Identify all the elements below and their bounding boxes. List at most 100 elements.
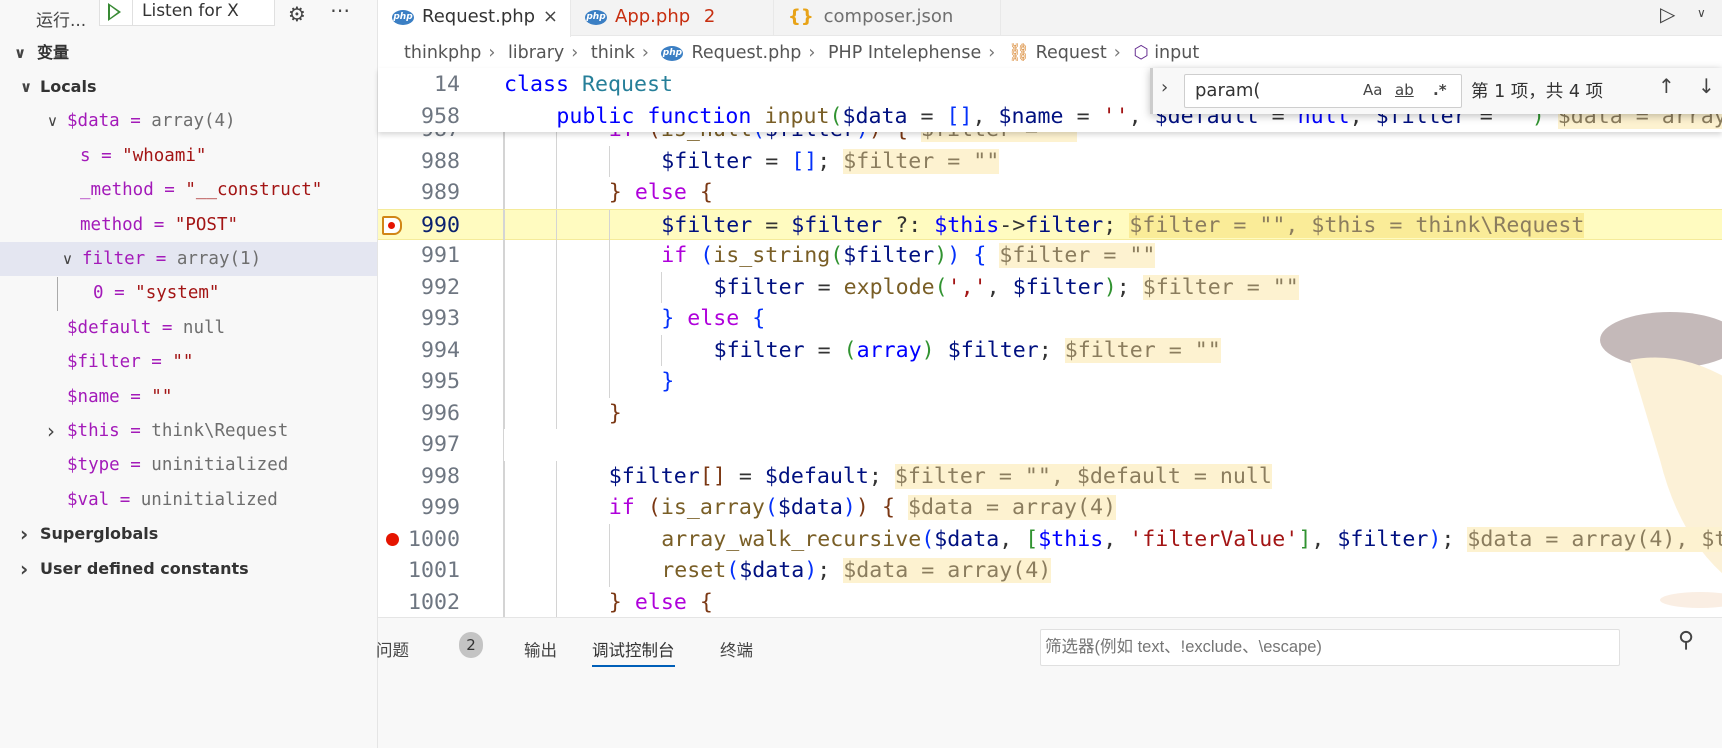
scope-row[interactable]: › User defined constants [0,552,377,586]
code-token: $filter [1337,526,1429,552]
regex-icon[interactable]: .* [1433,81,1447,99]
variable-row[interactable]: $default = null [0,311,377,345]
breadcrumb-item[interactable]: Request.php [691,43,801,63]
code-text: reset($data); $data = array(4) [661,555,1052,587]
variable-row[interactable]: _method = "__construct" [0,173,377,207]
debug-sidebar: 运行... Listen for X ⚙ ⋯ ∨ 变量 ∨ Locals ∨ $dat… [0,0,378,748]
chevron-down-icon[interactable]: ∨ [47,104,58,138]
tab-terminal[interactable]: 终端 [720,637,753,667]
breadcrumb-item[interactable]: input [1154,43,1199,63]
chevron-right-icon[interactable]: › [47,414,55,448]
inlay-hint: $filter = "" [1142,274,1299,300]
filter-input[interactable] [1040,629,1620,666]
tab-request-php[interactable]: php Request.php × [378,0,571,37]
indent-guide [608,209,610,241]
code-line: 997 [378,429,1722,461]
variable-value: uninitialized [140,489,278,510]
indent-guide [661,271,663,303]
breadcrumb-item[interactable]: library [508,43,564,63]
variable-row[interactable]: $val = uninitialized [0,483,377,517]
chevron-down-icon[interactable]: ∨ [62,242,73,276]
play-icon[interactable] [108,3,121,21]
variable-value: null [182,317,226,338]
code-token: else [634,180,687,205]
variable-row[interactable]: $filter = "" [0,345,377,379]
line-number: 14 [433,72,460,97]
problems-count-badge: 2 [459,632,483,658]
chevron-right-icon[interactable]: › [20,517,28,551]
indent-guide [556,492,558,524]
code-token: , [972,103,999,129]
code-token: explode [843,274,935,300]
code-token: $data [842,103,908,129]
code-token: { [699,589,713,615]
indent-guide [556,366,558,398]
variables-section-header[interactable]: ∨ 变量 [0,36,377,70]
breadcrumb-item[interactable]: PHP Intelephense [828,43,981,63]
breakpoint-icon[interactable] [386,532,399,546]
variable-name: $type [67,455,120,476]
code-token: [] [791,148,818,174]
code-token: , [999,526,1026,552]
code-token: $this [1038,526,1104,552]
variable-name: $filter [67,352,141,373]
equals-sign: = [140,352,173,373]
code-editor[interactable]: 987if (is_null($filter)) { $filter = ""9… [378,68,1722,617]
variable-name: method [80,214,144,235]
code-token: $filter [713,274,805,300]
find-widget: › param( Aa ab .* 第 1 项，共 4 项 ↑ ↓ [1150,68,1722,114]
code-token: [] [946,103,973,129]
current-frame-arrow-icon[interactable] [382,215,402,235]
tab-app-php[interactable]: php App.php 2 [571,0,774,36]
line-number: 996 [420,400,460,426]
variable-value: "whoami" [122,145,207,166]
indent-guide [608,271,610,303]
code-token: ( [647,495,661,520]
match-case-icon[interactable]: Aa [1363,81,1382,99]
tab-output[interactable]: 输出 [524,637,557,667]
find-input[interactable]: param( Aa ab .* [1184,74,1462,108]
toggle-replace-chevron-icon[interactable]: › [1161,77,1168,98]
breadcrumb-item[interactable]: think [591,43,635,63]
variable-row[interactable]: s = "whoami" [0,139,377,173]
chevron-right-icon[interactable]: › [20,552,28,586]
close-icon[interactable]: × [543,0,558,34]
scope-row[interactable]: › Superglobals [0,517,377,551]
variable-value: "" [172,352,194,373]
variable-name: $data [67,111,120,132]
variable-row[interactable]: › $this = think\Request [0,414,377,448]
find-input-value[interactable]: param( [1195,80,1260,101]
code-text: $filter = $filter ?: $this->filter; $fil… [661,210,1585,242]
scope-row[interactable]: ∨ Locals [0,70,377,104]
code-text: class Request [504,69,673,101]
gear-icon[interactable]: ⚙ [288,2,306,26]
arrow-up-icon[interactable]: ↑ [1658,74,1675,98]
breadcrumb-item[interactable]: Request [1036,43,1107,63]
variable-row[interactable]: ∨ filter = array(1) [0,242,377,276]
run-file-icon[interactable]: ▷ [1660,2,1675,26]
tab-debug-console[interactable]: 调试控制台 [592,637,675,667]
search-icon[interactable]: ⚲ [1678,628,1694,653]
whole-word-icon[interactable]: ab [1395,81,1414,99]
indent-guide [608,145,610,177]
arrow-down-icon[interactable]: ↓ [1698,74,1715,98]
indent-guide [504,271,505,303]
launch-config-select[interactable]: Listen for X [99,0,275,26]
more-icon[interactable]: ⋯ [330,0,350,22]
variable-row[interactable]: $type = uninitialized [0,448,377,482]
variable-row[interactable]: method = "POST" [0,208,377,242]
tab-composer-json[interactable]: {} composer.json [774,0,1001,36]
code-token: { [752,306,766,331]
variable-name: _method [80,180,154,201]
launch-config-label[interactable]: Listen for X [142,1,239,21]
tab-problems[interactable]: 问题 [376,637,409,667]
chevron-down-icon[interactable]: ∨ [20,70,32,104]
variable-row[interactable]: $name = "" [0,380,377,414]
variable-row[interactable]: ∨ $data = array(4) [0,104,377,138]
chevron-down-icon[interactable]: ∨ [1697,6,1706,20]
breadcrumb-item[interactable]: thinkphp [404,43,481,63]
code-token: $filter [947,337,1039,363]
